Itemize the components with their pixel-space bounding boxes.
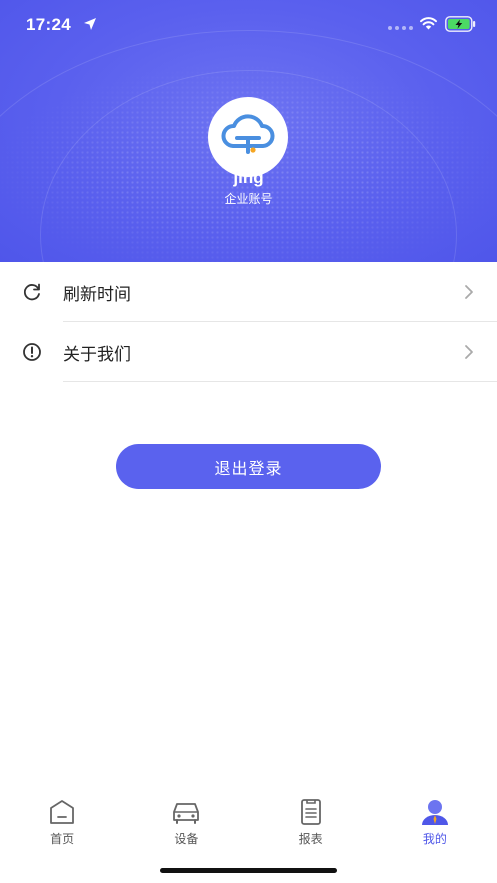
chevron-right-icon xyxy=(465,285,473,299)
status-time: 17:24 xyxy=(26,15,71,34)
cellular-signal-icon xyxy=(388,26,413,30)
divider xyxy=(63,381,497,382)
tab-label: 首页 xyxy=(50,832,75,846)
tab-label: 设备 xyxy=(174,832,199,846)
tab-devices[interactable]: 设备 xyxy=(124,792,248,857)
tab-reports[interactable]: 报表 xyxy=(249,792,373,857)
menu-item-about-us[interactable]: 关于我们 xyxy=(0,322,497,382)
info-icon xyxy=(23,343,41,361)
tab-bar: 首页 设备 报表 我的 xyxy=(0,792,497,857)
car-icon xyxy=(173,803,200,824)
menu-item-label: 刷新时间 xyxy=(63,285,131,305)
home-icon xyxy=(50,800,75,824)
account-type-label: 企业账号 xyxy=(224,192,273,206)
status-bar: 17:24 xyxy=(0,0,497,50)
cloud-logo-icon xyxy=(221,114,275,154)
tab-label: 报表 xyxy=(298,832,323,846)
home-indicator xyxy=(160,868,337,873)
battery-charging-icon xyxy=(445,16,476,32)
logout-button[interactable]: 退出登录 xyxy=(116,444,381,489)
tab-home[interactable]: 首页 xyxy=(0,792,124,857)
report-icon xyxy=(300,799,321,825)
location-arrow-icon xyxy=(84,18,96,30)
menu-item-refresh-time[interactable]: 刷新时间 xyxy=(0,262,497,322)
refresh-icon xyxy=(23,283,40,301)
menu-item-label: 关于我们 xyxy=(63,345,131,365)
tab-mine[interactable]: 我的 xyxy=(373,792,497,857)
username: jing xyxy=(233,168,264,187)
chevron-right-icon xyxy=(465,345,473,359)
tab-label: 我的 xyxy=(422,832,447,846)
user-icon xyxy=(421,800,448,825)
avatar xyxy=(208,97,288,177)
wifi-icon xyxy=(420,17,437,30)
